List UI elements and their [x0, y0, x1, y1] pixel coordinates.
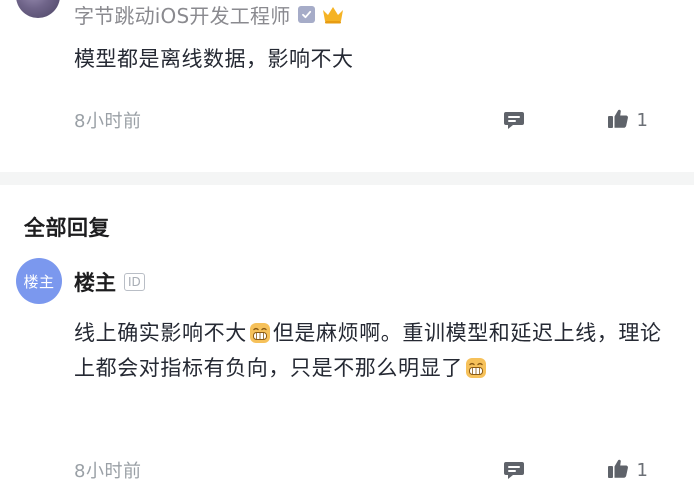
like-button[interactable]: 1	[607, 458, 648, 483]
comment-actions: 1	[503, 108, 648, 133]
verified-badge-icon	[298, 5, 316, 23]
author-row: 楼主 ID	[74, 268, 145, 296]
comment-icon[interactable]	[503, 459, 525, 481]
reply-text-part: 线上确实影响不大	[74, 321, 247, 345]
grin-emoji-icon	[249, 320, 271, 343]
grin-emoji-icon	[465, 355, 487, 378]
section-title: 全部回复	[24, 216, 110, 240]
reply-text: 线上确实影响不大 但是麻烦啊。重训模型和延迟上线，理论上都会对指标有负向，只是不那…	[74, 316, 664, 386]
reply-actions: 1	[503, 458, 648, 483]
timestamp: 8小时前	[74, 111, 142, 132]
section-divider	[0, 172, 694, 185]
author-name[interactable]: 楼主	[74, 267, 116, 297]
author-row: 字节跳动iOS开发工程师	[74, 0, 345, 28]
id-badge: ID	[124, 273, 145, 291]
like-count: 1	[636, 109, 648, 131]
comment-meta: 8小时前 1	[74, 106, 648, 134]
comment-text: 模型都是离线数据，影响不大	[74, 47, 354, 71]
comment-icon[interactable]	[503, 109, 525, 131]
like-button[interactable]: 1	[607, 108, 648, 133]
avatar[interactable]: 楼主	[16, 258, 62, 304]
thumbs-up-icon	[607, 108, 629, 133]
author-name[interactable]: 字节跳动iOS开发工程师	[74, 0, 290, 29]
timestamp: 8小时前	[74, 461, 142, 482]
crown-icon	[321, 4, 345, 24]
reply-meta: 8小时前 1	[74, 456, 648, 484]
avatar[interactable]	[16, 0, 60, 18]
thumbs-up-icon	[607, 458, 629, 483]
like-count: 1	[636, 459, 648, 481]
top-comment: 字节跳动iOS开发工程师 模型都是离线数据，影响不大 8小时前 1	[0, 0, 694, 172]
